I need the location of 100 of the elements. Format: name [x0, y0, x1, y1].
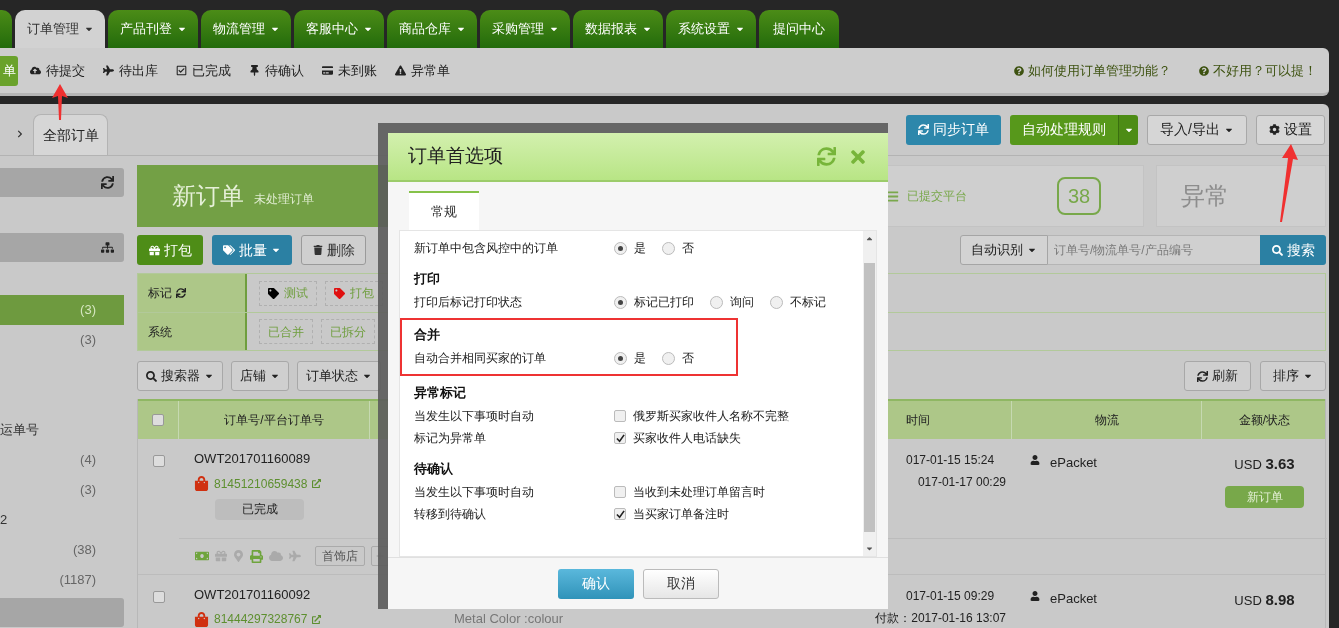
radio-option[interactable]: 否	[662, 349, 694, 367]
logistics-name: ePacket	[1050, 589, 1097, 608]
sitemap-icon[interactable]	[101, 241, 114, 254]
nav-tab[interactable]: 产品刊登	[108, 10, 198, 48]
order-time: 017-01-15 15:24	[906, 452, 996, 469]
sidebar-item[interactable]: (3)	[0, 475, 124, 505]
nav-tab[interactable]: 采购管理	[480, 10, 570, 48]
tags-icon	[223, 244, 235, 256]
dialog-tab[interactable]: 常规	[409, 191, 479, 230]
radio-button[interactable]	[614, 351, 627, 365]
search-field[interactable]: 订单号/物流单号/产品编号	[1048, 235, 1260, 265]
checkbox[interactable]	[614, 410, 626, 422]
nav-tab[interactable]: 提问中心	[759, 10, 839, 48]
settings-icon	[1269, 124, 1280, 135]
sort-button[interactable]: 排序	[1260, 361, 1326, 391]
subnav-link[interactable]: 已完成	[176, 60, 231, 81]
checkbox[interactable]	[614, 486, 626, 498]
subnav-link[interactable]: 异常单	[395, 60, 450, 81]
sidebar-item[interactable]: (3)	[0, 325, 124, 355]
cancel-button[interactable]: 取消	[642, 568, 719, 599]
settings-button[interactable]: 设置	[1256, 114, 1325, 145]
sidebar-item[interactable]: (1187)	[0, 565, 124, 595]
radio-option[interactable]: 否	[662, 239, 694, 257]
filter-dropdown[interactable]: 店铺	[231, 361, 289, 391]
user-icon	[1030, 590, 1040, 601]
checkbox[interactable]	[152, 455, 165, 467]
checkbox-option[interactable]: 当收到未处理订单留言时	[614, 483, 765, 501]
shopping-bag-icon	[194, 611, 209, 627]
rules-dropdown-button[interactable]	[1118, 114, 1139, 145]
section-heading: 异常标记	[414, 383, 467, 402]
radio-option[interactable]: 是	[614, 239, 646, 257]
nav-tab[interactable]: 商品仓库	[387, 10, 477, 48]
refresh-icon	[918, 124, 930, 135]
sidebar-label: 运单号	[0, 421, 39, 440]
refresh-button[interactable]: 刷新	[1184, 361, 1251, 391]
refresh-icon[interactable]	[176, 288, 186, 298]
checkbox-option[interactable]: 俄罗斯买家收件人名称不完整	[614, 407, 789, 425]
radio-button[interactable]	[710, 295, 723, 309]
breadcrumb-tab[interactable]: 全部订单	[33, 114, 108, 155]
refresh-icon[interactable]	[101, 176, 114, 189]
radio-option[interactable]: 标记已打印	[614, 293, 694, 311]
subnav-link[interactable]: 待确认	[249, 60, 304, 81]
nav-tab[interactable]: 物流管理	[201, 10, 291, 48]
help-link[interactable]: 不好用？可以提！	[1199, 60, 1317, 81]
scroll-down-icon[interactable]	[865, 544, 874, 553]
print-icon[interactable]	[250, 549, 263, 563]
radio-button[interactable]	[662, 351, 675, 365]
filter-label: 标记	[148, 285, 172, 302]
auto-rules-button[interactable]: 自动处理规则	[1010, 114, 1119, 145]
order-count: 38	[1057, 177, 1101, 215]
sidebar-count: (3)	[80, 481, 96, 500]
radio-option[interactable]: 询问	[710, 293, 754, 311]
sidebar-item[interactable]: 运单号	[0, 415, 124, 445]
external-link-icon[interactable]	[312, 479, 322, 488]
search-button[interactable]: 搜索	[1260, 235, 1326, 265]
checkbox-option[interactable]: 买家收件人电话缺失	[614, 429, 789, 447]
radio-button[interactable]	[614, 241, 627, 255]
nav-tab[interactable]: 客服中心	[294, 10, 384, 48]
delete-button[interactable]: 删除	[301, 235, 366, 265]
external-link-icon[interactable]	[312, 614, 322, 624]
radio-option[interactable]: 是	[614, 349, 646, 367]
order-time: 2017-01-16 13:07	[911, 609, 1006, 627]
subnav-link[interactable]: 待提交	[30, 60, 85, 81]
subnav-link[interactable]: 待出库	[103, 60, 158, 81]
sidebar-label: 2	[0, 511, 8, 530]
logistics-name: ePacket	[1050, 454, 1097, 472]
radio-button[interactable]	[662, 241, 675, 255]
radio-button[interactable]	[614, 295, 627, 309]
nav-tab[interactable]	[0, 10, 12, 48]
sync-orders-button[interactable]: 同步订单	[906, 114, 1002, 145]
radio-option[interactable]: 不标记	[770, 293, 826, 311]
checkbox[interactable]	[614, 432, 626, 444]
plane-icon[interactable]	[289, 550, 301, 562]
import-export-button[interactable]: 导入/导出	[1147, 114, 1247, 145]
pack-button[interactable]: 打包	[137, 235, 203, 265]
shopping-bag-icon	[194, 476, 209, 491]
help-link[interactable]: 如何使用订单管理功能？	[1014, 60, 1171, 81]
checkbox[interactable]	[152, 590, 165, 603]
checkbox-option[interactable]: 当买家订单备注时	[614, 505, 765, 523]
radio-button[interactable]	[770, 295, 783, 309]
subnav-link[interactable]: 未到账	[322, 60, 377, 81]
scroll-up-icon[interactable]	[865, 234, 874, 243]
filter-dropdown[interactable]: 搜索器	[137, 361, 223, 391]
cash-icon[interactable]	[195, 549, 209, 563]
sidebar-item[interactable]: (4)	[0, 445, 124, 475]
search-mode-dropdown[interactable]: 自动识别	[960, 235, 1048, 265]
scrollbar[interactable]	[863, 231, 876, 556]
sidebar-item[interactable]: (38)	[0, 535, 124, 565]
gift-icon[interactable]	[215, 550, 227, 562]
map-pin-icon[interactable]	[233, 550, 244, 562]
checkbox[interactable]	[614, 508, 626, 520]
checkbox[interactable]	[152, 414, 164, 426]
nav-tab[interactable]: 订单管理	[15, 10, 105, 48]
nav-tab[interactable]: 系统设置	[666, 10, 756, 48]
cloud-icon[interactable]	[269, 550, 283, 562]
filter-dropdown[interactable]: 订单状态	[297, 361, 381, 391]
batch-button[interactable]: 批量	[212, 235, 292, 265]
column-header: 金额/状态	[1237, 412, 1292, 429]
sidebar-item[interactable]: 2	[0, 505, 124, 535]
nav-tab[interactable]: 数据报表	[573, 10, 663, 48]
